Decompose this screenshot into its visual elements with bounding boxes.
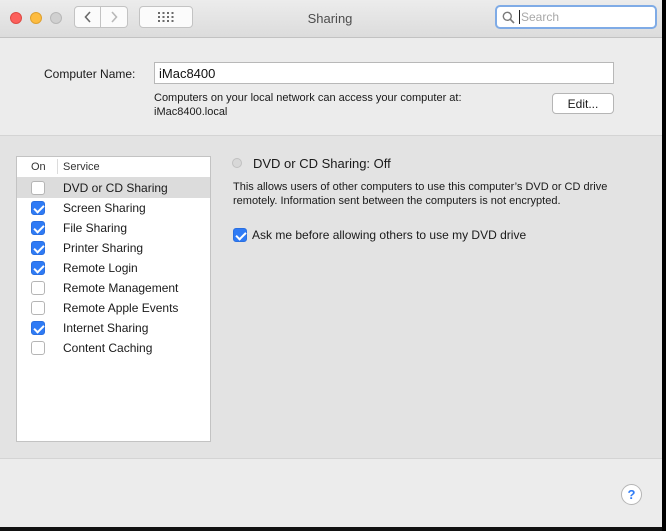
ask-before-allowing-label[interactable]: Ask me before allowing others to use my … (252, 228, 526, 242)
service-row[interactable]: Remote Login (17, 258, 210, 278)
chevron-left-icon (83, 11, 91, 23)
service-on-checkbox[interactable] (31, 181, 45, 195)
services-list: DVD or CD Sharing Screen Sharing File Shar… (17, 178, 210, 358)
service-row[interactable]: Remote Management (17, 278, 210, 298)
edit-button[interactable]: Edit... (552, 93, 614, 114)
close-window-button[interactable] (10, 12, 22, 24)
service-row[interactable]: DVD or CD Sharing (17, 178, 210, 198)
service-on-checkbox[interactable] (31, 321, 45, 335)
sharing-panel: On Service DVD or CD Sharing Screen Shari… (0, 135, 662, 459)
forward-button[interactable] (101, 6, 128, 28)
services-table: On Service DVD or CD Sharing Screen Shari… (16, 156, 211, 442)
service-row[interactable]: Remote Apple Events (17, 298, 210, 318)
service-name: Content Caching (63, 341, 153, 355)
service-name: Printer Sharing (63, 241, 144, 255)
service-row[interactable]: Content Caching (17, 338, 210, 358)
service-on-checkbox[interactable] (31, 241, 45, 255)
service-row[interactable]: Internet Sharing (17, 318, 210, 338)
service-name: DVD or CD Sharing (63, 181, 168, 195)
status-indicator (232, 158, 242, 168)
address-description-text: Computers on your local network can acce… (154, 92, 462, 104)
service-on-checkbox[interactable] (31, 221, 45, 235)
local-hostname: iMac8400.local (154, 106, 228, 118)
zoom-window-button[interactable] (50, 12, 62, 24)
column-divider (57, 159, 58, 174)
computer-address-description: Computers on your local network can acce… (154, 91, 462, 119)
search-field[interactable] (495, 5, 657, 29)
service-row[interactable]: Screen Sharing (17, 198, 210, 218)
computer-name-label: Computer Name: (44, 67, 136, 81)
back-button[interactable] (74, 6, 101, 28)
chevron-right-icon (111, 11, 118, 23)
service-name: File Sharing (63, 221, 128, 235)
service-on-checkbox[interactable] (31, 301, 45, 315)
column-header-on[interactable]: On (31, 161, 46, 173)
search-input[interactable] (519, 10, 651, 24)
service-on-checkbox[interactable] (31, 201, 45, 215)
window-title: Sharing (307, 11, 353, 26)
services-table-header: On Service (17, 157, 210, 178)
ask-before-allowing-checkbox[interactable] (233, 228, 247, 242)
show-all-button[interactable] (139, 6, 193, 28)
service-on-checkbox[interactable] (31, 281, 45, 295)
service-description: This allows users of other computers to … (233, 180, 653, 208)
column-header-service[interactable]: Service (63, 161, 100, 173)
service-name: Remote Management (63, 281, 179, 295)
desktop-edge (0, 527, 662, 531)
service-on-checkbox[interactable] (31, 341, 45, 355)
title-bar: Sharing (0, 0, 662, 38)
grid-icon (158, 12, 174, 22)
sharing-window: Sharing Computer Name: Computers on your… (0, 0, 662, 531)
service-on-checkbox[interactable] (31, 261, 45, 275)
service-name: Screen Sharing (63, 201, 146, 215)
search-icon (502, 11, 515, 24)
service-name: Remote Apple Events (63, 301, 179, 315)
minimize-window-button[interactable] (30, 12, 42, 24)
help-button[interactable]: ? (621, 484, 642, 505)
service-description-line: remotely. Information sent between the c… (233, 195, 561, 207)
service-description-line: This allows users of other computers to … (233, 181, 608, 193)
service-name: Internet Sharing (63, 321, 149, 335)
service-name: Remote Login (63, 261, 138, 275)
service-row[interactable]: Printer Sharing (17, 238, 210, 258)
computer-name-field[interactable] (154, 62, 614, 84)
service-status: DVD or CD Sharing: Off (253, 156, 391, 171)
service-row[interactable]: File Sharing (17, 218, 210, 238)
